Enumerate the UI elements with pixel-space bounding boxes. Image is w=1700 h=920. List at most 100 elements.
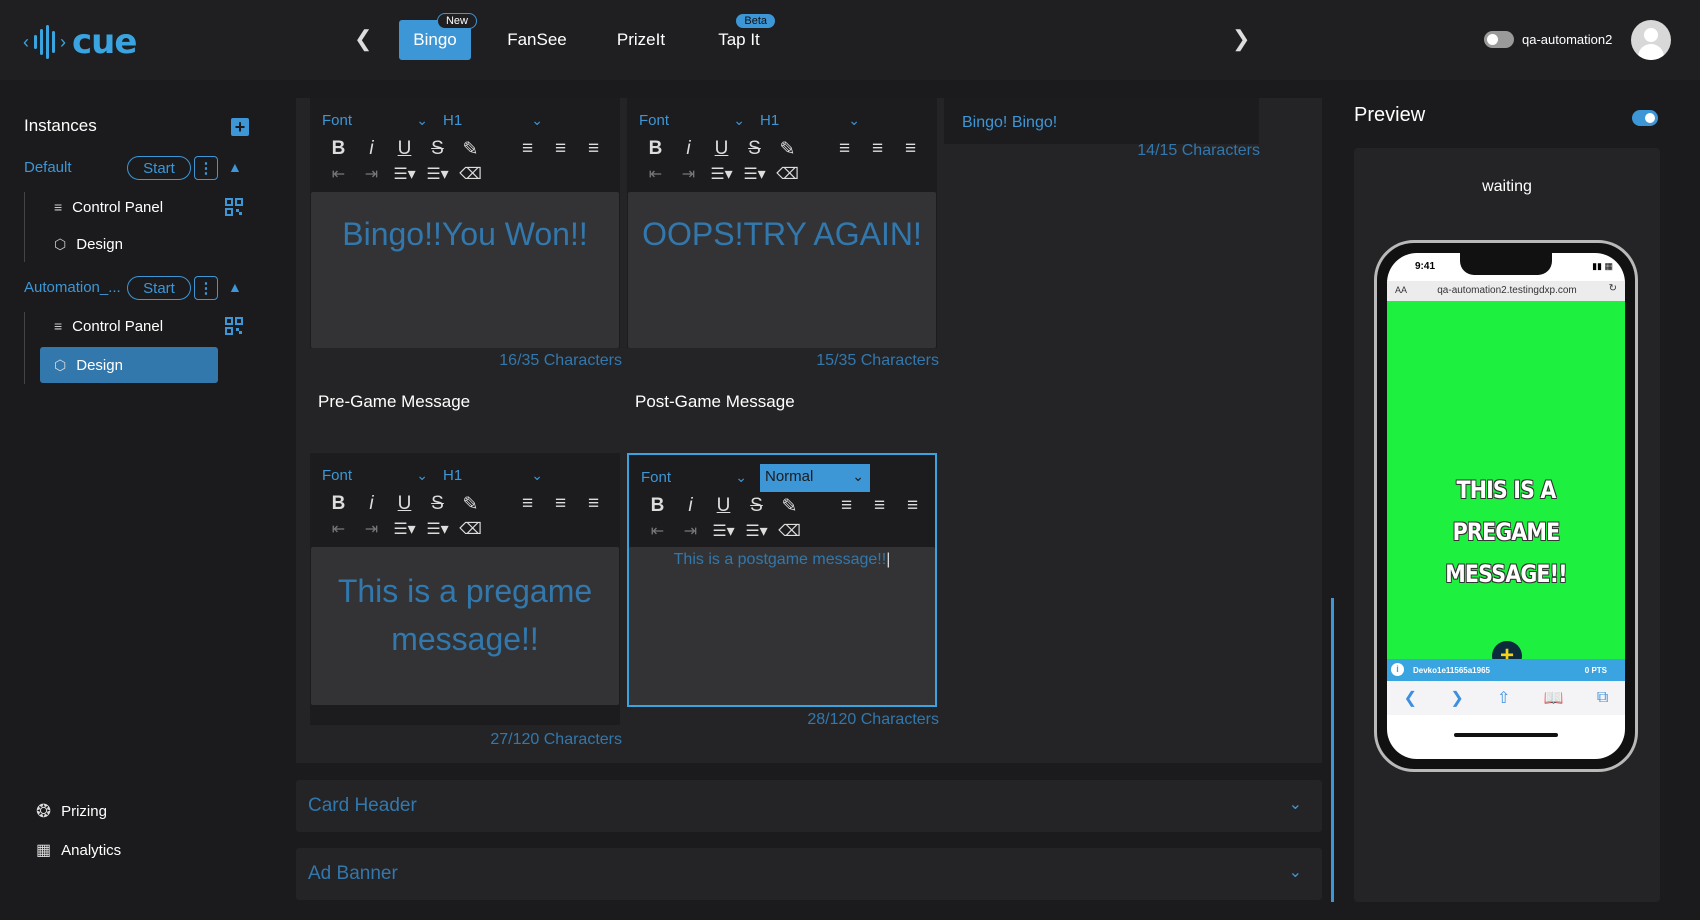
instance-name-automation[interactable]: Automation_...: [24, 279, 121, 296]
bullet-list-icon[interactable]: ☰▾: [740, 521, 773, 541]
outdent-icon[interactable]: ⇤: [322, 164, 355, 184]
chevron-left-icon[interactable]: ❮: [354, 26, 372, 52]
bullet-list-icon[interactable]: ☰▾: [421, 164, 454, 184]
theme-toggle[interactable]: [1484, 31, 1514, 48]
chevron-up-icon[interactable]: ▲: [228, 159, 242, 175]
kebab-menu-icon[interactable]: ⋮: [194, 276, 218, 300]
preview-toggle[interactable]: [1632, 110, 1658, 126]
outdent-icon[interactable]: ⇤: [322, 519, 355, 539]
sidebar-item-label: Prizing: [61, 802, 107, 820]
heading-select[interactable]: H1 ⌄: [443, 112, 543, 129]
bold-icon[interactable]: B: [641, 495, 674, 518]
indent-icon[interactable]: ⇥: [674, 521, 707, 541]
sidebar-item-prizing[interactable]: ❂ Prizing: [36, 793, 107, 829]
strikethrough-icon[interactable]: S: [421, 493, 454, 516]
bar-chart-icon: ▦: [36, 842, 52, 859]
align-left-icon[interactable]: ≡: [828, 138, 861, 161]
start-button[interactable]: Start: [127, 156, 191, 180]
avatar[interactable]: [1631, 20, 1671, 60]
italic-icon[interactable]: i: [355, 138, 388, 161]
align-left-icon[interactable]: ≡: [511, 138, 544, 161]
clear-format-icon[interactable]: ⌫: [771, 164, 804, 184]
align-left-icon[interactable]: ≡: [830, 495, 863, 518]
card-header-accordion[interactable]: Card Header ⌄: [296, 780, 1322, 832]
scrollbar[interactable]: [1331, 598, 1334, 902]
ordered-list-icon[interactable]: ☰▾: [707, 521, 740, 541]
sidebar-item-control-panel[interactable]: ≡ Control Panel: [54, 189, 163, 225]
align-center-icon[interactable]: ≡: [544, 493, 577, 516]
font-select[interactable]: Font ⌄: [641, 469, 747, 486]
add-instance-button[interactable]: +: [231, 118, 249, 136]
strikethrough-icon[interactable]: S: [421, 138, 454, 161]
highlight-icon[interactable]: ✎: [454, 493, 487, 516]
tab-bingo[interactable]: Bingo New: [399, 13, 477, 60]
strikethrough-icon[interactable]: S: [738, 138, 771, 161]
heading-select[interactable]: Normal ⌄: [760, 464, 870, 492]
align-center-icon[interactable]: ≡: [544, 138, 577, 161]
italic-icon[interactable]: i: [355, 493, 388, 516]
char-count: 15/35 Characters: [816, 352, 939, 369]
bingo-button-text-field[interactable]: Bingo! Bingo!: [944, 98, 1259, 144]
sidebar-item-control-panel[interactable]: ≡ Control Panel: [54, 308, 163, 344]
instance-name-default[interactable]: Default: [24, 159, 72, 176]
ordered-list-icon[interactable]: ☰▾: [388, 519, 421, 539]
font-select[interactable]: Font ⌄: [322, 467, 428, 484]
instances-title: Instances: [24, 116, 97, 135]
clear-format-icon[interactable]: ⌫: [454, 519, 487, 539]
underline-icon[interactable]: U: [388, 493, 421, 516]
align-right-icon[interactable]: ≡: [896, 495, 929, 518]
tab-tapit[interactable]: Tap It Beta: [712, 13, 776, 60]
chevron-up-icon[interactable]: ▲: [228, 279, 242, 295]
tab-prizeit[interactable]: PrizeIt: [606, 20, 676, 60]
strikethrough-icon[interactable]: S: [740, 495, 773, 518]
ad-banner-accordion[interactable]: Ad Banner ⌄: [296, 848, 1322, 900]
heading-select[interactable]: H1 ⌄: [443, 467, 543, 484]
bold-icon[interactable]: B: [639, 138, 672, 161]
qr-code-icon[interactable]: [225, 198, 243, 216]
ordered-list-icon[interactable]: ☰▾: [705, 164, 738, 184]
underline-icon[interactable]: U: [705, 138, 738, 161]
align-left-icon[interactable]: ≡: [511, 493, 544, 516]
start-button[interactable]: Start: [127, 276, 191, 300]
lose-message-textarea[interactable]: OOPS!TRY AGAIN!: [628, 192, 936, 348]
outdent-icon[interactable]: ⇤: [641, 521, 674, 541]
bullet-list-icon[interactable]: ☰▾: [421, 519, 454, 539]
clear-format-icon[interactable]: ⌫: [454, 164, 487, 184]
italic-icon[interactable]: i: [674, 495, 707, 518]
indent-icon[interactable]: ⇥: [672, 164, 705, 184]
highlight-icon[interactable]: ✎: [771, 138, 804, 161]
pregame-message-textarea[interactable]: This is a pregame message!!: [311, 547, 619, 705]
bullet-list-icon[interactable]: ☰▾: [738, 164, 771, 184]
indent-icon[interactable]: ⇥: [355, 164, 388, 184]
sidebar-item-analytics[interactable]: ▦ Analytics: [36, 832, 121, 868]
font-select[interactable]: Font ⌄: [639, 112, 745, 129]
postgame-message-textarea[interactable]: This is a postgame message!! |: [629, 547, 935, 705]
chevron-down-icon: ⌄: [416, 467, 428, 483]
underline-icon[interactable]: U: [388, 138, 421, 161]
heading-select[interactable]: H1 ⌄: [760, 112, 860, 129]
bold-icon[interactable]: B: [322, 138, 355, 161]
underline-icon[interactable]: U: [707, 495, 740, 518]
qr-code-icon[interactable]: [225, 317, 243, 335]
tab-fansee[interactable]: FanSee: [500, 20, 574, 60]
cue-logo[interactable]: ‹ › cue: [23, 22, 137, 62]
outdent-icon[interactable]: ⇤: [639, 164, 672, 184]
italic-icon[interactable]: i: [672, 138, 705, 161]
chevron-right-icon[interactable]: ❯: [1232, 26, 1250, 52]
font-select[interactable]: Font ⌄: [322, 112, 428, 129]
sidebar-item-design-active[interactable]: ⬡ Design: [40, 347, 218, 383]
ordered-list-icon[interactable]: ☰▾: [388, 164, 421, 184]
align-right-icon[interactable]: ≡: [577, 493, 610, 516]
kebab-menu-icon[interactable]: ⋮: [194, 156, 218, 180]
highlight-icon[interactable]: ✎: [773, 495, 806, 518]
highlight-icon[interactable]: ✎: [454, 138, 487, 161]
bold-icon[interactable]: B: [322, 493, 355, 516]
win-message-textarea[interactable]: Bingo!!You Won!!: [311, 192, 619, 348]
sidebar-item-design[interactable]: ⬡ Design: [54, 226, 123, 262]
align-right-icon[interactable]: ≡: [894, 138, 927, 161]
clear-format-icon[interactable]: ⌫: [773, 521, 806, 541]
align-center-icon[interactable]: ≡: [863, 495, 896, 518]
align-right-icon[interactable]: ≡: [577, 138, 610, 161]
align-center-icon[interactable]: ≡: [861, 138, 894, 161]
indent-icon[interactable]: ⇥: [355, 519, 388, 539]
